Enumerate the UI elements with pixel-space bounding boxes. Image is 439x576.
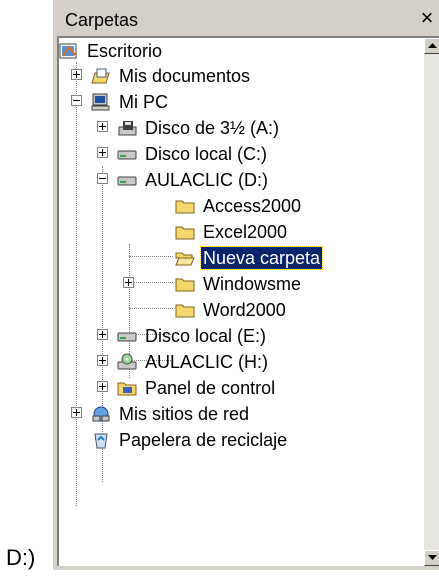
tree-item-label: Mi PC [119, 92, 168, 112]
tree-line [76, 62, 77, 506]
tree-item-mi-pc[interactable]: Mi PC [91, 89, 170, 115]
tree-item-label: Excel2000 [203, 222, 288, 242]
my-computer-icon [91, 93, 110, 111]
tree-line [129, 282, 173, 283]
tree-line [129, 308, 173, 309]
tree-item-label: AULACLIC (H:) [145, 352, 269, 372]
tree-item-disco-e[interactable]: Disco local (E:) [117, 323, 268, 349]
tree-item-label: Disco local (C:) [145, 144, 268, 164]
floppy-drive-icon [118, 121, 137, 136]
folder-icon [175, 226, 195, 240]
tree-item-word2000[interactable]: Word2000 [175, 297, 288, 323]
tree-item-label: Escritorio [87, 41, 163, 61]
cd-drive-icon [117, 353, 137, 370]
tree-item-papelera[interactable]: Papelera de reciclaje [91, 427, 289, 453]
folder-tree[interactable]: Escritorio Mis documentos Mi PC Disco de… [57, 36, 439, 566]
desktop-icon [59, 43, 77, 59]
tree-item-panel-control[interactable]: Panel de control [117, 375, 277, 401]
vertical-scrollbar[interactable] [424, 38, 439, 566]
tree-item-label: Mis sitios de red [119, 404, 250, 424]
recycle-bin-icon [94, 433, 108, 449]
tree-item-label: Disco local (E:) [145, 326, 267, 346]
tree-item-escritorio[interactable]: Escritorio [59, 38, 164, 64]
folder-icon [175, 200, 195, 214]
expand-button[interactable] [97, 147, 108, 158]
hard-drive-icon [117, 150, 137, 160]
collapse-button[interactable] [97, 173, 108, 184]
tree-item-sitios-red[interactable]: Mis sitios de red [91, 401, 251, 427]
tree-item-label: AULACLIC (D:) [145, 170, 269, 190]
scroll-up-button[interactable] [424, 38, 439, 54]
tree-item-aulaclic-h[interactable]: AULACLIC (H:) [117, 349, 270, 375]
control-panel-icon [117, 382, 137, 396]
tree-item-label: Mis documentos [119, 66, 251, 86]
tree-item-label: Access2000 [203, 196, 302, 216]
folders-pane: Carpetas × Escritorio Mis documentos Mi … [52, 0, 439, 570]
tree-item-excel2000[interactable]: Excel2000 [175, 219, 289, 245]
pane-title: Carpetas [65, 10, 139, 30]
scroll-down-button[interactable] [424, 550, 439, 566]
tree-item-floppy[interactable]: Disco de 3½ (A:) [117, 115, 281, 141]
expand-button[interactable] [71, 407, 82, 418]
tree-item-mis-documentos[interactable]: Mis documentos [91, 63, 252, 89]
network-places-icon [92, 406, 110, 422]
tree-item-windowsme[interactable]: Windowsme [175, 271, 303, 297]
open-folder-icon [175, 252, 195, 266]
arrow-down-icon [428, 555, 437, 560]
folder-icon [175, 278, 195, 292]
tree-item-access2000[interactable]: Access2000 [175, 193, 303, 219]
tree-item-nueva-carpeta[interactable]: Nueva carpeta [175, 245, 324, 271]
folder-icon [175, 304, 195, 318]
tree-item-aulaclic-d[interactable]: AULACLIC (D:) [117, 167, 270, 193]
tree-item-label: Windowsme [203, 274, 302, 294]
expand-button[interactable] [97, 121, 108, 132]
tree-item-label: Papelera de reciclaje [119, 430, 288, 450]
tree-item-label: Nueva carpeta [199, 246, 324, 270]
hard-drive-icon [117, 332, 137, 342]
tree-item-label: Disco de 3½ (A:) [145, 118, 280, 138]
tree-line [129, 256, 173, 257]
collapse-button[interactable] [71, 95, 82, 106]
tree-item-label: Panel de control [145, 378, 276, 398]
expand-button[interactable] [123, 277, 134, 288]
background-text: D:) [6, 545, 36, 570]
expand-button[interactable] [97, 329, 108, 340]
close-pane-button[interactable]: × [417, 6, 437, 30]
my-documents-icon [91, 68, 110, 84]
expand-button[interactable] [71, 69, 82, 80]
expand-button[interactable] [97, 355, 108, 366]
tree-item-label: Word2000 [203, 300, 286, 320]
tree-item-disco-c[interactable]: Disco local (C:) [117, 141, 269, 167]
folders-pane-header: Carpetas × [57, 4, 439, 34]
arrow-up-icon [428, 43, 437, 48]
expand-button[interactable] [97, 381, 108, 392]
hard-drive-icon [117, 176, 137, 186]
